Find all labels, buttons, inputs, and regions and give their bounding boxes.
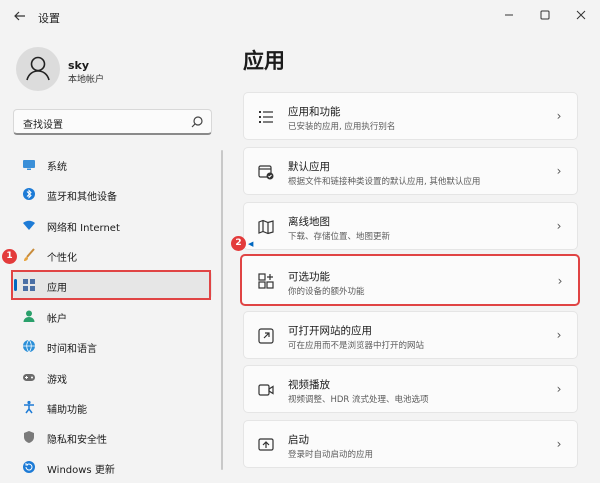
sidebar-item-gaming[interactable]: 游戏 [13, 363, 212, 391]
sidebar-item-bluetooth[interactable]: 蓝牙和其他设备 [13, 180, 212, 208]
chevron-right-icon: › [556, 328, 562, 342]
sidebar-item-label: 时间和语言 [47, 344, 97, 355]
close-icon [576, 10, 586, 20]
sidebar-item-label: 网络和 Internet [47, 223, 120, 234]
card-description: 根据文件和链接种类设置的默认应用, 其他默认应用 [288, 177, 481, 187]
maximize-icon [540, 10, 550, 20]
chevron-right-icon: › [556, 164, 562, 178]
annotation-highlight-apps [11, 270, 211, 300]
sidebar-item-system[interactable]: 系统 [13, 150, 212, 178]
sidebar-item-accounts[interactable]: 帐户 [13, 302, 212, 330]
video-icon [258, 384, 274, 396]
search-icon [191, 116, 203, 128]
sidebar-item-label: 辅助功能 [47, 405, 87, 416]
card-default-apps[interactable]: 默认应用 根据文件和链接种类设置的默认应用, 其他默认应用 › [243, 147, 578, 195]
card-title: 可选功能 [288, 271, 330, 283]
chevron-right-icon: › [556, 437, 562, 451]
sidebar-item-windows-update[interactable]: Windows 更新 [13, 453, 212, 481]
minimize-button[interactable] [497, 6, 521, 26]
person-avatar-icon [26, 56, 50, 81]
chevron-right-icon: › [557, 274, 563, 288]
card-description: 下载、存储位置、地图更新 [288, 232, 391, 242]
sidebar-scrollbar[interactable] [221, 150, 223, 470]
page-title: 应用 [243, 49, 285, 73]
optional-features-icon [258, 273, 274, 289]
display-icon [23, 160, 35, 170]
shield-icon [24, 431, 34, 443]
sidebar-item-time-language[interactable]: 时间和语言 [13, 332, 212, 360]
search-placeholder: 查找设置 [23, 120, 63, 131]
sidebar-item-label: 游戏 [47, 375, 67, 386]
chevron-left-icon: ◀ [248, 240, 254, 248]
annotation-badge-2: 2 [231, 236, 246, 251]
card-description: 已安装的应用, 应用执行别名 [288, 122, 396, 132]
accessibility-icon [24, 400, 34, 414]
sidebar-item-label: 蓝牙和其他设备 [47, 192, 117, 203]
app-title: 设置 [38, 12, 60, 25]
sidebar-item-privacy[interactable]: 隐私和安全性 [13, 423, 212, 451]
minimize-icon [505, 14, 513, 16]
title-bar: 设置 [0, 0, 600, 36]
card-video-playback[interactable]: 视频播放 视频调整、HDR 流式处理、电池选项 › [243, 365, 578, 413]
sidebar-item-label: 隐私和安全性 [47, 435, 107, 446]
sidebar-item-label: 帐户 [47, 314, 67, 325]
card-description: 登录时自动启动的应用 [288, 450, 374, 460]
card-description: 视频调整、HDR 流式处理、电池选项 [288, 395, 429, 405]
maximize-button[interactable] [533, 6, 557, 26]
card-offline-maps[interactable]: 离线地图 下载、存储位置、地图更新 › [243, 202, 578, 250]
sidebar-item-label: Windows 更新 [47, 465, 115, 476]
chevron-right-icon: › [556, 382, 562, 396]
map-icon [258, 219, 274, 235]
chevron-right-icon: › [556, 109, 562, 123]
default-apps-icon [258, 165, 274, 180]
card-description: 可在应用而不是浏览器中打开的网站 [288, 341, 425, 351]
sidebar-item-personalization[interactable]: 个性化 [13, 241, 212, 269]
close-button[interactable] [569, 6, 593, 26]
chevron-right-icon: › [556, 219, 562, 233]
bluetooth-icon [23, 188, 35, 200]
card-title: 可打开网站的应用 [288, 325, 372, 337]
sidebar-item-label: 个性化 [47, 253, 77, 264]
sidebar-item-accessibility[interactable]: 辅助功能 [13, 393, 212, 421]
search-input[interactable]: 查找设置 [13, 109, 212, 135]
avatar[interactable] [16, 47, 60, 91]
open-link-icon [258, 328, 274, 344]
gamepad-icon [23, 374, 35, 381]
back-button[interactable] [12, 9, 28, 25]
card-title: 离线地图 [288, 216, 330, 228]
globe-icon [23, 339, 35, 353]
arrow-left-icon [14, 11, 25, 21]
user-name: sky [68, 59, 90, 72]
list-icon [259, 111, 273, 123]
card-title: 启动 [288, 434, 309, 446]
card-description: 你的设备的额外功能 [288, 287, 365, 297]
startup-icon [258, 438, 274, 451]
sidebar-item-network[interactable]: 网络和 Internet [13, 211, 212, 239]
sidebar-item-label: 系统 [47, 162, 67, 173]
card-title: 默认应用 [288, 161, 330, 173]
brush-icon [24, 248, 35, 261]
wifi-icon [23, 220, 35, 230]
annotation-badge-1: 1 [2, 249, 17, 264]
card-apps-for-websites[interactable]: 可打开网站的应用 可在应用而不是浏览器中打开的网站 › [243, 311, 578, 359]
card-title: 应用和功能 [288, 106, 341, 118]
person-icon [23, 310, 35, 322]
update-icon [23, 461, 35, 473]
card-optional-features[interactable]: 可选功能 你的设备的额外功能 › [240, 254, 580, 306]
card-title: 视频播放 [288, 379, 330, 391]
card-startup[interactable]: 启动 登录时自动启动的应用 › [243, 420, 578, 468]
card-apps-features[interactable]: 应用和功能 已安装的应用, 应用执行别名 › [243, 92, 578, 140]
account-type: 本地帐户 [68, 75, 105, 85]
